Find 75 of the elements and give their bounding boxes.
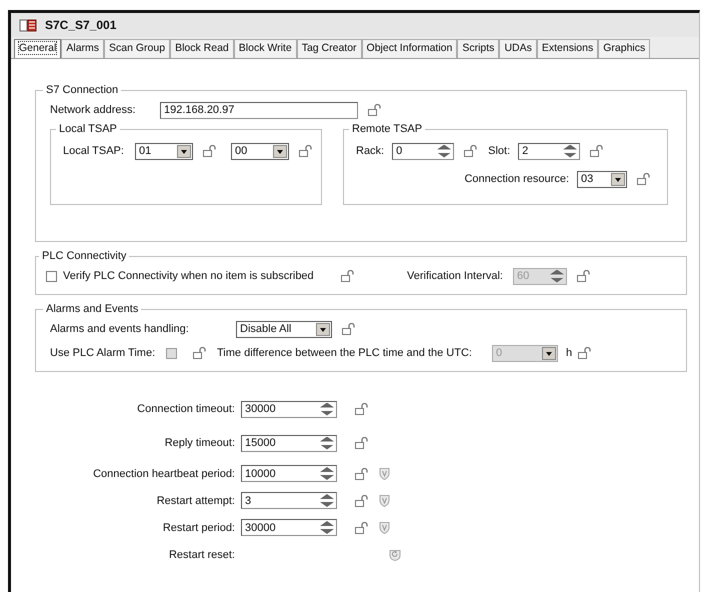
lock-icon[interactable] (368, 104, 382, 116)
number-field[interactable]: 15000 (241, 434, 337, 452)
address-field[interactable]: 192.168.20.97 (160, 102, 358, 118)
field-label: Connection heartbeat period: (92, 468, 235, 480)
checkbox-label: Verify PLC Connectivity when no item is subscribed (63, 270, 315, 282)
number-field[interactable]: 2 (518, 142, 580, 160)
dropdown[interactable]: 00 (230, 142, 289, 160)
spinner-icon[interactable] (320, 402, 334, 416)
spinner-icon[interactable] (320, 494, 334, 507)
lock-icon[interactable] (578, 347, 592, 359)
lock-icon[interactable] (590, 145, 604, 157)
tab[interactable]: General (14, 39, 62, 58)
field-label: Restart attempt: (156, 494, 235, 506)
window-title: S7C_S7_001 (45, 18, 116, 32)
shield-icon[interactable] (379, 521, 390, 534)
field-label: Network address: (50, 104, 137, 116)
field-label: Restart reset: (168, 548, 235, 560)
lock-icon[interactable] (355, 522, 369, 534)
number-field[interactable]: 3 (241, 492, 337, 509)
field-label: Reply timeout: (164, 437, 235, 449)
reset-icon[interactable] (389, 548, 401, 560)
tab[interactable]: Block Read (170, 39, 234, 58)
number-field[interactable]: 10000 (241, 465, 337, 482)
field-label: Alarms and events handling: (50, 323, 190, 335)
checkbox[interactable] (46, 270, 57, 282)
field-label: Rack: (356, 145, 384, 157)
tab[interactable]: Object Information (362, 39, 458, 58)
field-label: Connection resource: (464, 173, 569, 185)
lock-icon[interactable] (464, 145, 478, 157)
lock-icon[interactable] (193, 347, 207, 359)
tab[interactable]: UDAs (499, 39, 537, 58)
lock-icon[interactable] (342, 323, 356, 335)
group-title: Local TSAP (58, 123, 118, 135)
field-label: Time difference between the PLC time and the UTC: (217, 347, 472, 359)
lock-icon[interactable] (637, 173, 651, 185)
tab[interactable]: Tag Creator (296, 39, 362, 58)
lock-icon[interactable] (355, 494, 369, 506)
field-label: Restart period: (162, 522, 235, 534)
spinner-icon[interactable] (320, 521, 334, 534)
tab[interactable]: Block Write (234, 39, 297, 58)
tab[interactable]: Graphics (598, 39, 650, 58)
lock-icon[interactable] (355, 468, 369, 480)
shield-icon[interactable] (379, 494, 390, 507)
lock-icon[interactable] (355, 437, 369, 449)
number-field[interactable]: 0 (392, 142, 454, 160)
tab[interactable]: Scripts (457, 39, 500, 58)
lock-icon[interactable] (341, 270, 355, 282)
spinner-icon[interactable] (437, 144, 452, 158)
unit-label: h (566, 347, 572, 359)
spinner-icon[interactable] (563, 144, 578, 158)
field-label: Use PLC Alarm Time: (50, 347, 156, 359)
tab[interactable]: Extensions (536, 39, 598, 58)
object-icon (19, 18, 37, 32)
tab[interactable]: Scan Group (104, 39, 170, 58)
group-title: Remote TSAP (351, 123, 424, 135)
field-label: Connection timeout: (136, 403, 235, 415)
field-label: Verification Interval: (407, 270, 503, 282)
lock-icon[interactable] (298, 145, 313, 157)
number-field[interactable]: 30000 (241, 519, 337, 536)
field-label: Slot: (488, 145, 510, 157)
tab[interactable]: Alarms (61, 39, 104, 58)
shield-icon[interactable] (379, 467, 390, 480)
spinner-icon[interactable] (320, 436, 334, 450)
dropdown[interactable]: 03 (577, 170, 627, 188)
lock-icon[interactable] (355, 403, 369, 415)
field-label: Local TSAP: (63, 145, 124, 157)
group-title: PLC Connectivity (41, 250, 128, 262)
spinner-icon[interactable] (320, 467, 334, 480)
lock-icon[interactable] (577, 270, 591, 282)
group-title: S7 Connection (45, 84, 120, 96)
dropdown[interactable]: 01 (134, 142, 193, 160)
group-title: Alarms and Events (45, 303, 140, 315)
dropdown[interactable]: Disable All (236, 320, 332, 338)
lock-icon[interactable] (202, 145, 217, 157)
number-field[interactable]: 30000 (241, 400, 337, 418)
